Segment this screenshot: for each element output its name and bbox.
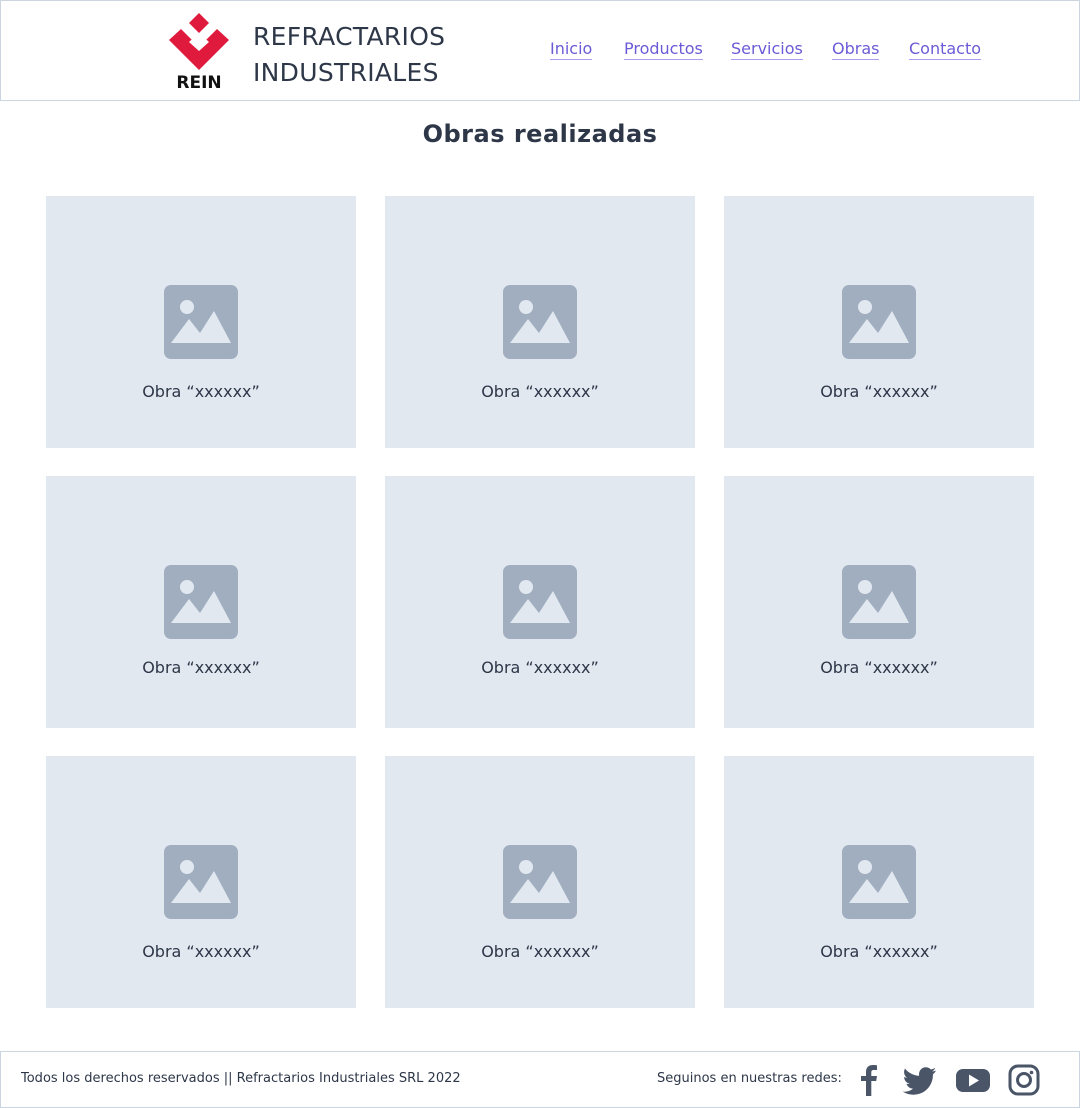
work-card[interactable]: Obra “xxxxxx”	[724, 476, 1034, 728]
work-card[interactable]: Obra “xxxxxx”	[724, 756, 1034, 1008]
copyright-text: Todos los derechos reservados || Refract…	[21, 1071, 461, 1086]
work-caption: Obra “xxxxxx”	[142, 382, 260, 401]
site-footer: Todos los derechos reservados || Refract…	[0, 1051, 1080, 1108]
work-caption: Obra “xxxxxx”	[820, 942, 938, 961]
image-placeholder-icon	[842, 565, 916, 639]
image-placeholder-icon	[503, 285, 577, 359]
instagram-icon[interactable]	[1007, 1064, 1041, 1096]
nav-link-obras[interactable]: Obras	[832, 39, 880, 60]
work-caption: Obra “xxxxxx”	[142, 942, 260, 961]
youtube-icon[interactable]	[955, 1064, 991, 1096]
work-caption: Obra “xxxxxx”	[481, 942, 599, 961]
nav-link-contacto[interactable]: Contacto	[909, 39, 982, 60]
nav-link-inicio[interactable]: Inicio	[550, 39, 593, 60]
work-caption: Obra “xxxxxx”	[820, 658, 938, 677]
nav-link-productos[interactable]: Productos	[624, 39, 703, 60]
image-placeholder-icon	[503, 565, 577, 639]
work-card[interactable]: Obra “xxxxxx”	[385, 196, 695, 448]
image-placeholder-icon	[164, 565, 238, 639]
work-card[interactable]: Obra “xxxxxx”	[46, 476, 356, 728]
work-card[interactable]: Obra “xxxxxx”	[724, 196, 1034, 448]
image-placeholder-icon	[842, 285, 916, 359]
work-caption: Obra “xxxxxx”	[820, 382, 938, 401]
site-header: REIN REFRACTARIOS INDUSTRIALES Inicio Pr…	[0, 0, 1080, 101]
work-card[interactable]: Obra “xxxxxx”	[46, 196, 356, 448]
work-caption: Obra “xxxxxx”	[481, 382, 599, 401]
main-nav: Inicio Productos Servicios Obras Contact…	[1, 39, 1080, 65]
work-card[interactable]: Obra “xxxxxx”	[46, 756, 356, 1008]
image-placeholder-icon	[164, 285, 238, 359]
logo-text: REIN	[176, 73, 221, 91]
facebook-icon[interactable]	[857, 1064, 881, 1096]
image-placeholder-icon	[164, 845, 238, 919]
work-card[interactable]: Obra “xxxxxx”	[385, 476, 695, 728]
social-label: Seguinos en nuestras redes:	[657, 1071, 842, 1086]
work-caption: Obra “xxxxxx”	[481, 658, 599, 677]
nav-link-servicios[interactable]: Servicios	[731, 39, 803, 60]
image-placeholder-icon	[503, 845, 577, 919]
twitter-icon[interactable]	[903, 1064, 937, 1096]
work-card[interactable]: Obra “xxxxxx”	[385, 756, 695, 1008]
page-title: Obras realizadas	[422, 120, 658, 148]
image-placeholder-icon	[842, 845, 916, 919]
work-caption: Obra “xxxxxx”	[142, 658, 260, 677]
